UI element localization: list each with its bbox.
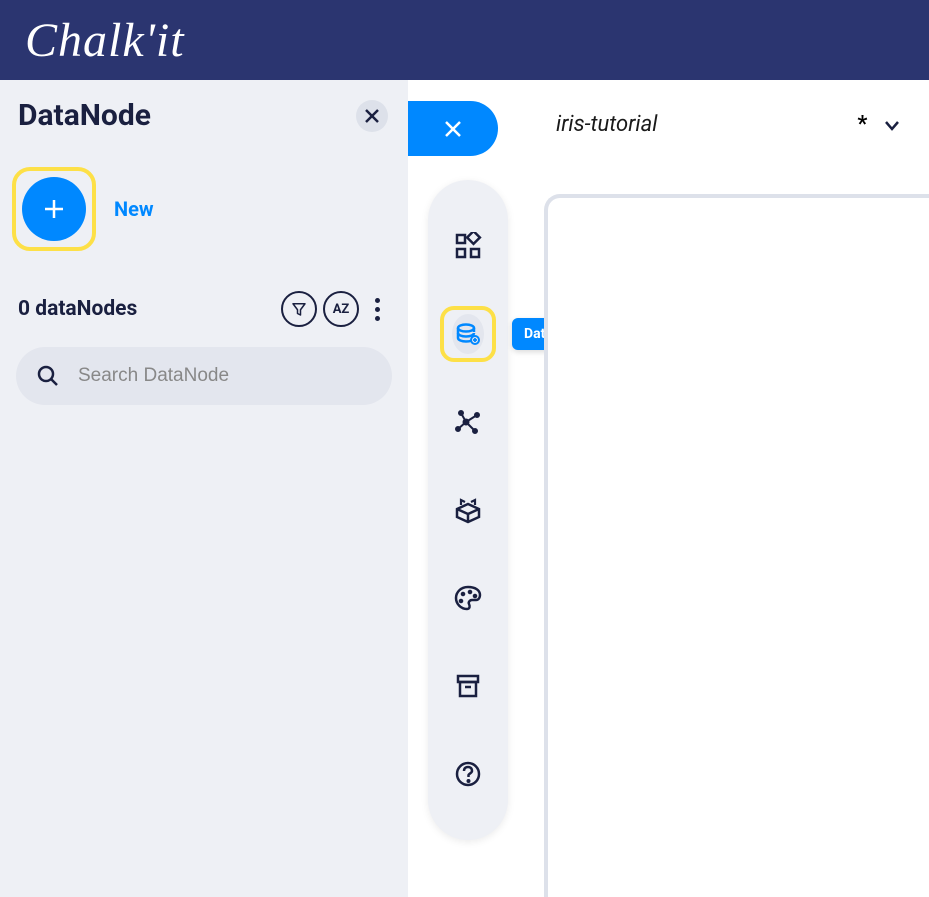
connections-icon bbox=[453, 407, 483, 437]
toolbar-packages-button[interactable] bbox=[452, 494, 484, 526]
toolbar-datanodes-button[interactable]: DataNodes bbox=[440, 306, 496, 362]
project-dropdown-button[interactable] bbox=[883, 116, 901, 134]
toolbar-help-button[interactable] bbox=[452, 758, 484, 790]
panel-title: DataNode bbox=[18, 98, 151, 133]
chevron-down-icon bbox=[886, 122, 898, 129]
toolbar-widgets-button[interactable] bbox=[452, 230, 484, 262]
toolbar-datanodes-active-bg bbox=[452, 314, 484, 354]
toolbar-theme-button[interactable] bbox=[452, 582, 484, 614]
plus-icon bbox=[41, 196, 67, 222]
count-actions: AZ bbox=[281, 291, 390, 327]
kebab-dot-icon bbox=[375, 298, 380, 303]
filter-icon bbox=[290, 300, 308, 318]
datanode-panel: DataNode New 0 dataNodes bbox=[0, 80, 408, 897]
new-datanode-section: New bbox=[0, 167, 408, 291]
new-label: New bbox=[114, 197, 154, 221]
modified-indicator: * bbox=[857, 112, 867, 137]
project-header: iris-tutorial * bbox=[556, 112, 901, 137]
highlight-new-button bbox=[12, 167, 96, 251]
archive-icon bbox=[454, 672, 482, 700]
widgets-icon bbox=[454, 232, 482, 260]
app-logo: Chalk'it bbox=[25, 13, 185, 68]
panel-header: DataNode bbox=[0, 80, 408, 167]
toolbar-connections-button[interactable] bbox=[452, 406, 484, 438]
close-panel-button[interactable] bbox=[356, 100, 388, 132]
help-icon bbox=[454, 760, 482, 788]
datanode-count: 0 dataNodes bbox=[18, 297, 137, 321]
kebab-dot-icon bbox=[375, 316, 380, 321]
project-title: iris-tutorial bbox=[556, 112, 657, 137]
search-bar[interactable] bbox=[16, 347, 392, 405]
canvas-area[interactable] bbox=[544, 194, 929, 897]
project-title-actions: * bbox=[857, 112, 901, 137]
sort-az-button[interactable]: AZ bbox=[323, 291, 359, 327]
search-input[interactable] bbox=[78, 365, 372, 387]
close-icon bbox=[364, 108, 380, 124]
toolbar-archive-button[interactable] bbox=[452, 670, 484, 702]
sort-az-icon: AZ bbox=[333, 302, 350, 317]
top-header: Chalk'it bbox=[0, 0, 929, 80]
close-icon bbox=[443, 119, 463, 139]
add-datanode-button[interactable] bbox=[22, 177, 86, 241]
collapse-panel-button[interactable] bbox=[408, 101, 498, 156]
kebab-dot-icon bbox=[375, 307, 380, 312]
search-icon bbox=[36, 364, 60, 388]
vertical-toolbar: DataNodes bbox=[428, 180, 508, 840]
package-icon bbox=[453, 495, 483, 525]
count-row: 0 dataNodes AZ bbox=[0, 291, 408, 347]
palette-icon bbox=[453, 583, 483, 613]
datanodes-icon bbox=[455, 321, 481, 347]
more-options-button[interactable] bbox=[365, 294, 390, 325]
filter-button[interactable] bbox=[281, 291, 317, 327]
